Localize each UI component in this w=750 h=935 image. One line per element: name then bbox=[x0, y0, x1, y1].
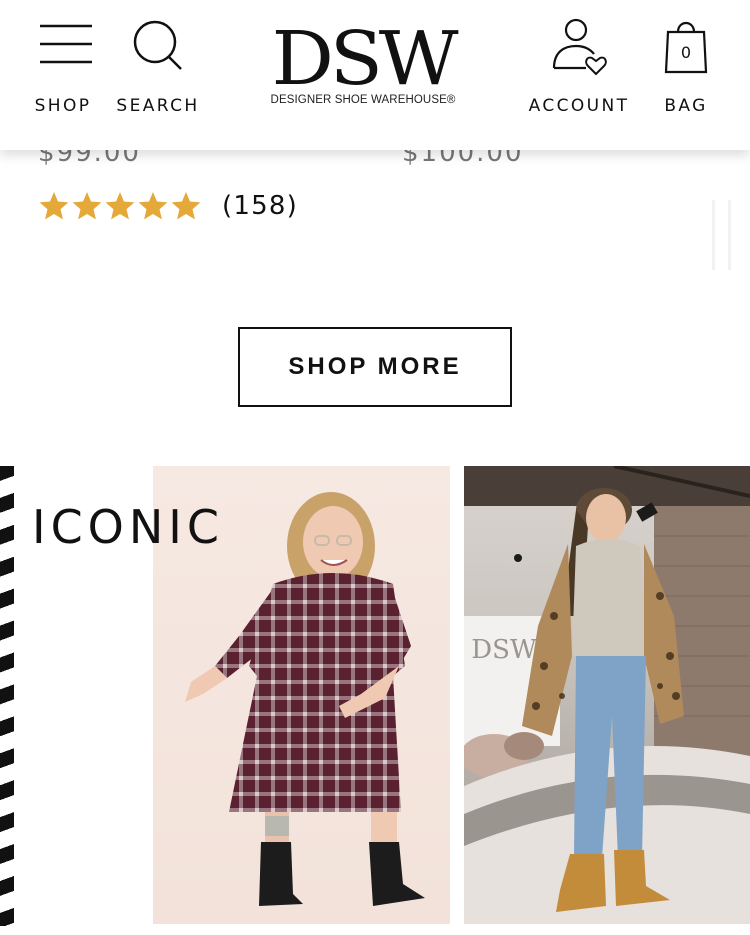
review-count[interactable]: (158) bbox=[222, 191, 298, 221]
shopping-bag-icon: 0 bbox=[664, 21, 708, 74]
promo-photo-leopard-coat[interactable]: DSW bbox=[464, 466, 750, 924]
search-label: SEARCH bbox=[116, 96, 200, 116]
iconic-promo-section: DSW ICONIC bbox=[0, 466, 750, 926]
star-icon bbox=[72, 192, 102, 220]
logo-wordmark: DSW bbox=[271, 16, 459, 102]
star-icon bbox=[138, 192, 168, 220]
logo-tagline: DESIGNER SHOE WAREHOUSE® bbox=[270, 94, 456, 106]
shop-label: SHOP bbox=[34, 96, 92, 116]
carousel-edge-hint bbox=[712, 200, 731, 270]
star-rating bbox=[38, 190, 202, 222]
bag-label: BAG bbox=[664, 96, 708, 116]
account-heart-icon bbox=[552, 18, 607, 76]
shop-more-button[interactable]: SHOP MORE bbox=[238, 327, 512, 407]
iconic-heading: ICONIC bbox=[32, 500, 224, 554]
account-button[interactable]: ACCOUNT bbox=[524, 0, 634, 150]
site-header: SHOP SEARCH DSW DESIGNER SHOE WAREHOUSE®… bbox=[0, 0, 750, 150]
star-icon bbox=[105, 192, 135, 220]
star-icon bbox=[39, 192, 69, 220]
bag-count: 0 bbox=[681, 43, 691, 62]
shop-menu-button[interactable]: SHOP bbox=[30, 0, 96, 150]
backdrop-logo: DSW bbox=[471, 635, 537, 665]
star-icon bbox=[171, 192, 201, 220]
search-button[interactable]: SEARCH bbox=[115, 0, 201, 150]
dsw-logo[interactable]: DSW DESIGNER SHOE WAREHOUSE® bbox=[265, 22, 461, 114]
striped-border bbox=[0, 466, 14, 926]
account-label: ACCOUNT bbox=[528, 96, 630, 116]
search-icon bbox=[133, 20, 182, 70]
runway-leopard-coat-illustration: DSW bbox=[464, 466, 750, 924]
hamburger-menu-icon bbox=[40, 24, 92, 64]
product-rating: (158) bbox=[38, 190, 298, 222]
bag-button[interactable]: 0 BAG bbox=[660, 0, 712, 150]
